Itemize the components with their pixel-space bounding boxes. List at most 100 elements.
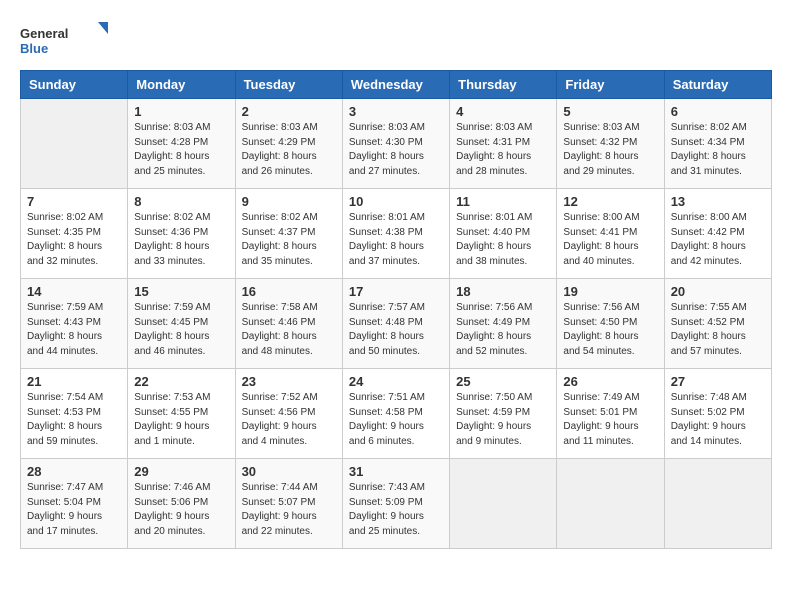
cell-info: Sunrise: 7:52 AM Sunset: 4:56 PM Dayligh… <box>242 391 336 449</box>
calendar-cell: 7Sunrise: 8:02 AM Sunset: 4:35 PM Daylig… <box>21 189 128 279</box>
calendar-cell: 29 Sunrise: 7:46 AM Sunset: 5:06 PM Dayli… <box>128 459 235 549</box>
header-cell-saturday: Saturday <box>664 71 771 99</box>
cell-info: Sunrise: 8:00 AM Sunset: 4:41 PM Dayligh… <box>563 211 657 269</box>
week-row-3: 14 Sunrise: 7:59 AM Sunset: 4:43 PM Dayli… <box>21 279 772 369</box>
day-number: 23 <box>242 374 336 389</box>
day-number: 12 <box>563 194 657 209</box>
day-number: 9 <box>242 194 336 209</box>
calendar-cell: 12 Sunrise: 8:00 AM Sunset: 4:41 PM Dayli… <box>557 189 664 279</box>
cell-info: Sunrise: 8:02 AM Sunset: 4:36 PM Dayligh… <box>134 211 228 269</box>
calendar-cell <box>557 459 664 549</box>
cell-info: Sunrise: 7:56 AM Sunset: 4:49 PM Dayligh… <box>456 301 550 359</box>
calendar-cell: 22 Sunrise: 7:53 AM Sunset: 4:55 PM Dayli… <box>128 369 235 459</box>
cell-info: Sunrise: 7:57 AM Sunset: 4:48 PM Dayligh… <box>349 301 443 359</box>
calendar-cell: 16 Sunrise: 7:58 AM Sunset: 4:46 PM Dayli… <box>235 279 342 369</box>
cell-info: Sunrise: 7:43 AM Sunset: 5:09 PM Dayligh… <box>349 481 443 539</box>
day-number: 13 <box>671 194 765 209</box>
cell-info: Sunrise: 7:47 AM Sunset: 5:04 PM Dayligh… <box>27 481 121 539</box>
cell-info: Sunrise: 7:56 AM Sunset: 4:50 PM Dayligh… <box>563 301 657 359</box>
day-number: 29 <box>134 464 228 479</box>
week-row-5: 28Sunrise: 7:47 AM Sunset: 5:04 PM Dayli… <box>21 459 772 549</box>
day-number: 2 <box>242 104 336 119</box>
day-number: 15 <box>134 284 228 299</box>
calendar-cell: 26 Sunrise: 7:49 AM Sunset: 5:01 PM Dayli… <box>557 369 664 459</box>
calendar-cell: 8 Sunrise: 8:02 AM Sunset: 4:36 PM Daylig… <box>128 189 235 279</box>
day-number: 31 <box>349 464 443 479</box>
logo-svg: General Blue <box>20 20 120 60</box>
week-row-2: 7Sunrise: 8:02 AM Sunset: 4:35 PM Daylig… <box>21 189 772 279</box>
day-number: 8 <box>134 194 228 209</box>
calendar-cell <box>21 99 128 189</box>
week-row-1: 1 Sunrise: 8:03 AM Sunset: 4:28 PM Daylig… <box>21 99 772 189</box>
day-number: 3 <box>349 104 443 119</box>
calendar-cell: 10Sunrise: 8:01 AM Sunset: 4:38 PM Dayli… <box>342 189 449 279</box>
calendar-cell: 19 Sunrise: 7:56 AM Sunset: 4:50 PM Dayli… <box>557 279 664 369</box>
calendar-cell: 4Sunrise: 8:03 AM Sunset: 4:31 PM Daylig… <box>450 99 557 189</box>
calendar-body: 1 Sunrise: 8:03 AM Sunset: 4:28 PM Daylig… <box>21 99 772 549</box>
calendar-cell: 9 Sunrise: 8:02 AM Sunset: 4:37 PM Daylig… <box>235 189 342 279</box>
cell-info: Sunrise: 7:59 AM Sunset: 4:43 PM Dayligh… <box>27 301 121 359</box>
header-cell-sunday: Sunday <box>21 71 128 99</box>
cell-info: Sunrise: 7:49 AM Sunset: 5:01 PM Dayligh… <box>563 391 657 449</box>
calendar-cell: 15 Sunrise: 7:59 AM Sunset: 4:45 PM Dayli… <box>128 279 235 369</box>
page-header: General Blue <box>20 20 772 60</box>
calendar-cell: 6Sunrise: 8:02 AM Sunset: 4:34 PM Daylig… <box>664 99 771 189</box>
day-number: 6 <box>671 104 765 119</box>
cell-info: Sunrise: 8:03 AM Sunset: 4:31 PM Dayligh… <box>456 121 550 179</box>
calendar-cell: 21Sunrise: 7:54 AM Sunset: 4:53 PM Dayli… <box>21 369 128 459</box>
calendar-cell <box>664 459 771 549</box>
calendar-cell: 13 Sunrise: 8:00 AM Sunset: 4:42 PM Dayli… <box>664 189 771 279</box>
header-cell-tuesday: Tuesday <box>235 71 342 99</box>
day-number: 30 <box>242 464 336 479</box>
calendar-table: SundayMondayTuesdayWednesdayThursdayFrid… <box>20 70 772 549</box>
calendar-cell <box>450 459 557 549</box>
day-number: 19 <box>563 284 657 299</box>
cell-info: Sunrise: 8:03 AM Sunset: 4:28 PM Dayligh… <box>134 121 228 179</box>
day-number: 7 <box>27 194 121 209</box>
calendar-cell: 18 Sunrise: 7:56 AM Sunset: 4:49 PM Dayli… <box>450 279 557 369</box>
calendar-cell: 3 Sunrise: 8:03 AM Sunset: 4:30 PM Daylig… <box>342 99 449 189</box>
svg-text:General: General <box>20 26 68 41</box>
cell-info: Sunrise: 8:00 AM Sunset: 4:42 PM Dayligh… <box>671 211 765 269</box>
day-number: 22 <box>134 374 228 389</box>
cell-info: Sunrise: 8:01 AM Sunset: 4:40 PM Dayligh… <box>456 211 550 269</box>
day-number: 26 <box>563 374 657 389</box>
cell-info: Sunrise: 7:58 AM Sunset: 4:46 PM Dayligh… <box>242 301 336 359</box>
cell-info: Sunrise: 8:03 AM Sunset: 4:32 PM Dayligh… <box>563 121 657 179</box>
cell-info: Sunrise: 7:59 AM Sunset: 4:45 PM Dayligh… <box>134 301 228 359</box>
day-number: 17 <box>349 284 443 299</box>
day-number: 27 <box>671 374 765 389</box>
calendar-cell: 5 Sunrise: 8:03 AM Sunset: 4:32 PM Daylig… <box>557 99 664 189</box>
calendar-cell: 1 Sunrise: 8:03 AM Sunset: 4:28 PM Daylig… <box>128 99 235 189</box>
day-number: 25 <box>456 374 550 389</box>
logo: General Blue <box>20 20 120 60</box>
cell-info: Sunrise: 8:02 AM Sunset: 4:37 PM Dayligh… <box>242 211 336 269</box>
day-number: 1 <box>134 104 228 119</box>
header-cell-wednesday: Wednesday <box>342 71 449 99</box>
cell-info: Sunrise: 7:46 AM Sunset: 5:06 PM Dayligh… <box>134 481 228 539</box>
header-row: SundayMondayTuesdayWednesdayThursdayFrid… <box>21 71 772 99</box>
calendar-cell: 24Sunrise: 7:51 AM Sunset: 4:58 PM Dayli… <box>342 369 449 459</box>
cell-info: Sunrise: 7:53 AM Sunset: 4:55 PM Dayligh… <box>134 391 228 449</box>
header-cell-monday: Monday <box>128 71 235 99</box>
day-number: 18 <box>456 284 550 299</box>
day-number: 20 <box>671 284 765 299</box>
calendar-cell: 28Sunrise: 7:47 AM Sunset: 5:04 PM Dayli… <box>21 459 128 549</box>
cell-info: Sunrise: 7:54 AM Sunset: 4:53 PM Dayligh… <box>27 391 121 449</box>
cell-info: Sunrise: 7:48 AM Sunset: 5:02 PM Dayligh… <box>671 391 765 449</box>
cell-info: Sunrise: 8:03 AM Sunset: 4:29 PM Dayligh… <box>242 121 336 179</box>
calendar-header: SundayMondayTuesdayWednesdayThursdayFrid… <box>21 71 772 99</box>
calendar-cell: 27 Sunrise: 7:48 AM Sunset: 5:02 PM Dayli… <box>664 369 771 459</box>
calendar-cell: 20 Sunrise: 7:55 AM Sunset: 4:52 PM Dayli… <box>664 279 771 369</box>
day-number: 14 <box>27 284 121 299</box>
calendar-cell: 2 Sunrise: 8:03 AM Sunset: 4:29 PM Daylig… <box>235 99 342 189</box>
cell-info: Sunrise: 7:55 AM Sunset: 4:52 PM Dayligh… <box>671 301 765 359</box>
cell-info: Sunrise: 8:03 AM Sunset: 4:30 PM Dayligh… <box>349 121 443 179</box>
calendar-cell: 14 Sunrise: 7:59 AM Sunset: 4:43 PM Dayli… <box>21 279 128 369</box>
header-cell-friday: Friday <box>557 71 664 99</box>
day-number: 16 <box>242 284 336 299</box>
calendar-cell: 31 Sunrise: 7:43 AM Sunset: 5:09 PM Dayli… <box>342 459 449 549</box>
day-number: 10 <box>349 194 443 209</box>
day-number: 5 <box>563 104 657 119</box>
svg-text:Blue: Blue <box>20 41 48 56</box>
